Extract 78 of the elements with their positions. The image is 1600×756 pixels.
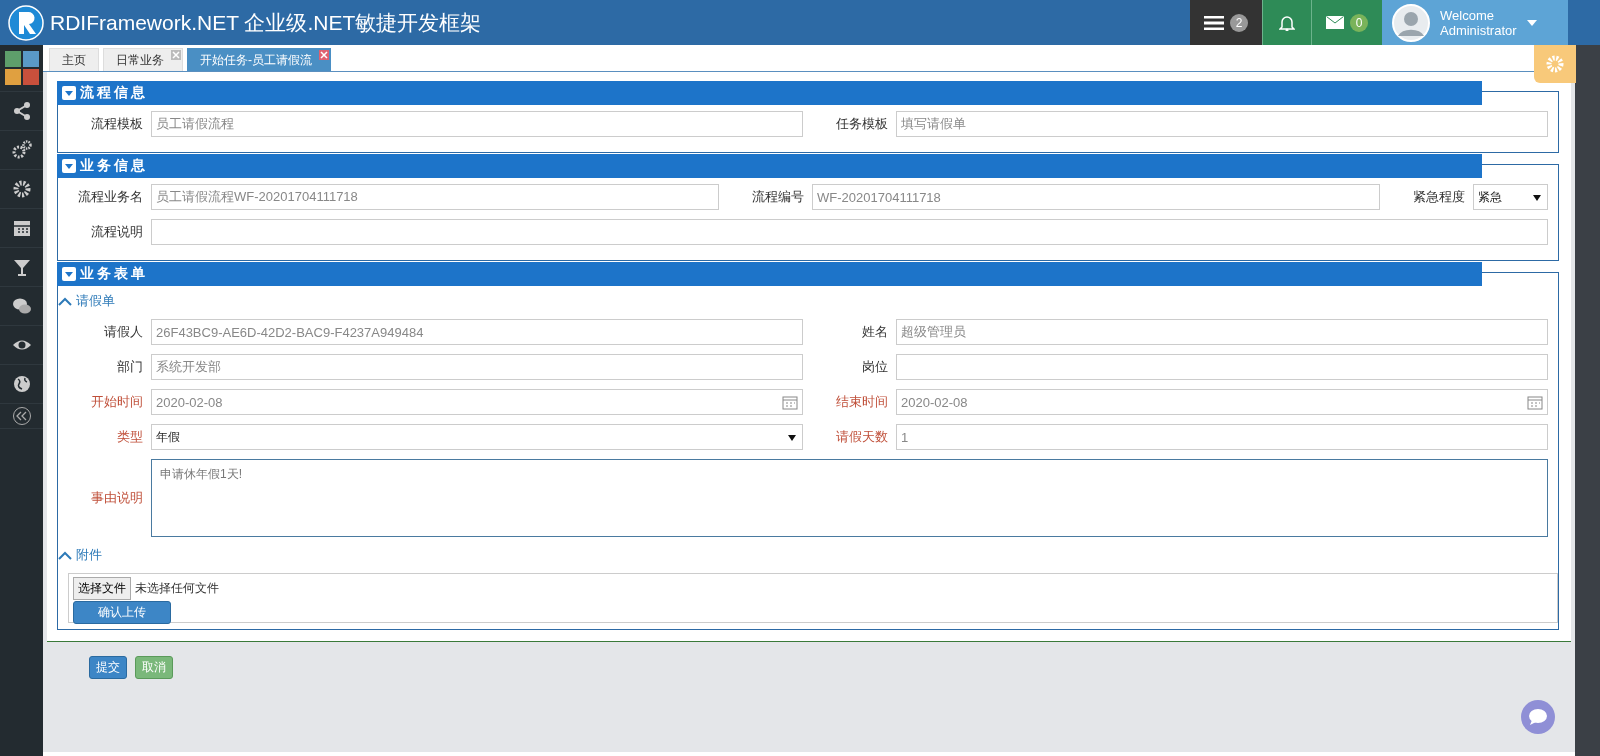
tab[interactable]: 主页 xyxy=(49,48,99,71)
caret-icon xyxy=(1533,195,1541,201)
envelope-icon xyxy=(1326,16,1344,29)
share-icon[interactable] xyxy=(11,101,32,121)
globe-icon[interactable] xyxy=(11,374,32,394)
file-status: 未选择任何文件 xyxy=(134,581,219,595)
user-name: Welcome Administrator xyxy=(1440,7,1517,38)
field-label: 流程编号 xyxy=(751,188,804,206)
count-badge: 2 xyxy=(1230,13,1248,32)
input-field[interactable]: 26F43BC9-AE6D-42D2-BAC9-F4237A949484 xyxy=(151,319,803,345)
field-label: 类型 xyxy=(116,428,143,446)
calendar-icon[interactable] xyxy=(11,218,32,238)
gears-icon[interactable] xyxy=(11,140,32,160)
notifications-button[interactable] xyxy=(1262,0,1311,45)
choose-file-button[interactable]: 选择文件 xyxy=(73,577,131,600)
collapse-icon xyxy=(62,267,76,281)
app-title: RDIFramework.NET 企业级.NET敏捷开发框架 xyxy=(50,9,483,36)
field-label: 流程模板 xyxy=(90,115,143,133)
chat-icon xyxy=(1528,708,1548,726)
field-label: 结束时间 xyxy=(835,393,888,411)
field-label: 请假人 xyxy=(103,323,143,341)
tab[interactable]: 日常业务 xyxy=(103,48,183,71)
field-label: 任务模板 xyxy=(835,115,888,133)
logo-icon xyxy=(8,4,44,41)
tasks-button[interactable]: 2 xyxy=(1190,0,1262,45)
select-field[interactable]: 年假 xyxy=(151,424,803,450)
filter-icon[interactable] xyxy=(11,257,32,277)
field-label: 请假天数 xyxy=(835,428,888,446)
field-label: 部门 xyxy=(116,358,143,376)
select-field[interactable]: 紧急 xyxy=(1473,184,1548,210)
chat-button[interactable] xyxy=(1521,700,1555,734)
input-field[interactable]: 超级管理员 xyxy=(896,319,1548,345)
field-label: 流程业务名 xyxy=(77,188,143,206)
input-field[interactable] xyxy=(896,354,1548,380)
caret-icon xyxy=(788,435,796,441)
count-badge: 0 xyxy=(1350,13,1368,32)
field-label: 姓名 xyxy=(861,323,888,341)
bell-icon xyxy=(1279,14,1295,31)
settings-icon xyxy=(1545,54,1565,74)
section-header[interactable]: 业务表单 xyxy=(57,262,1482,286)
caret-icon xyxy=(1526,19,1537,26)
tab[interactable]: 开始任务-员工请假流 xyxy=(187,48,331,71)
input-field[interactable]: 员工请假流程 xyxy=(151,111,803,137)
gear-icon[interactable] xyxy=(11,179,32,199)
input-field[interactable]: 1 xyxy=(896,424,1548,450)
collapse-icon[interactable] xyxy=(11,406,32,426)
field-label: 岗位 xyxy=(861,358,888,376)
date-field[interactable]: 2020-02-08 xyxy=(151,389,803,415)
user-menu[interactable]: Welcome Administrator xyxy=(1382,0,1568,45)
chevron-icon xyxy=(58,550,72,560)
input-field[interactable]: WF-20201704111718 xyxy=(812,184,1380,210)
section-header[interactable]: 流程信息 xyxy=(57,81,1482,105)
tasks-icon xyxy=(1204,15,1224,30)
input-field[interactable]: 填写请假单 xyxy=(896,111,1548,137)
close-icon[interactable] xyxy=(319,50,329,60)
chat-icon[interactable] xyxy=(11,296,32,316)
input-field[interactable]: 员工请假流程WF-20201704111718 xyxy=(151,184,719,210)
field-label: 开始时间 xyxy=(90,393,143,411)
tiles-icon[interactable] xyxy=(4,51,39,85)
input-field[interactable] xyxy=(151,219,1548,245)
date-field[interactable]: 2020-02-08 xyxy=(896,389,1548,415)
action-button[interactable]: 取消 xyxy=(135,656,173,679)
scrollbar[interactable] xyxy=(1575,45,1600,756)
collapse-icon xyxy=(62,86,76,100)
avatar-icon xyxy=(1392,3,1430,42)
field-label: 紧急程度 xyxy=(1412,188,1465,206)
action-button[interactable]: 提交 xyxy=(89,656,127,679)
upload-button[interactable]: 确认上传 xyxy=(73,601,171,624)
textarea-field[interactable]: 申请休年假1天! xyxy=(151,459,1548,537)
messages-button[interactable]: 0 xyxy=(1311,0,1382,45)
field-label: 流程说明 xyxy=(90,223,143,241)
field-label: 事由说明 xyxy=(90,489,143,507)
chevron-icon xyxy=(58,296,72,306)
subsection-toggle[interactable]: 附件 xyxy=(58,546,1558,564)
input-field[interactable]: 系统开发部 xyxy=(151,354,803,380)
subsection-toggle[interactable]: 请假单 xyxy=(58,292,1558,310)
collapse-icon xyxy=(62,159,76,173)
section-header[interactable]: 业务信息 xyxy=(57,154,1482,178)
